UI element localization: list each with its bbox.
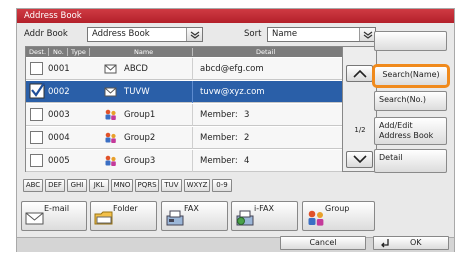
chevron-down-icon [352,155,367,164]
row-detail: abcd@efg.com [200,64,264,74]
cancel-button[interactable]: Cancel [280,236,366,250]
add-edit-address-book-button[interactable]: Add/Edit Address Book [374,117,447,145]
col-no: No. [53,48,64,56]
list-row-selected[interactable]: 0002 TUVW tuvw@xyz.com [26,81,342,103]
email-button-label: E-mail [44,204,70,213]
email-envelope-icon [104,64,117,74]
row-number: 0004 [48,133,70,143]
alpha-key-abc[interactable]: ABC [23,179,43,192]
row-checkbox[interactable] [30,131,43,144]
scroll-down-button[interactable] [346,151,373,168]
add-edit-line2: Address Book [379,131,434,140]
row-detail-label: Member: [200,156,238,166]
alpha-key-def[interactable]: DEF [45,179,65,192]
addr-book-select-value: Address Book [92,29,150,39]
alpha-key-tuv[interactable]: TUV [161,179,182,192]
col-type: Type [71,48,86,56]
address-book-panel: Address Book Addr Book Address Book Sort… [16,8,455,252]
row-detail: tuvw@xyz.com [200,87,265,97]
i-fax-button[interactable]: i-FAX [231,201,298,231]
list-row[interactable]: 0004 Group2 Member: 2 [26,127,342,149]
enter-key-icon [381,239,389,248]
row-name: Group3 [124,156,156,166]
chevron-up-icon [352,69,367,78]
page-indicator: 1/2 [354,126,366,134]
list-row[interactable]: 0005 Group3 Member: 4 [26,150,342,172]
row-detail-label: Member: [200,110,238,120]
detail-button[interactable]: Detail [374,149,447,173]
alpha-key-jkl[interactable]: JKL [89,179,109,192]
row-name: Group1 [124,110,156,120]
i-fax-icon [236,210,254,226]
chevron-down-icon [359,28,375,41]
group-button[interactable]: Group [302,201,375,231]
ok-button-label: OK [410,238,422,247]
alpha-key-wxyz[interactable]: WXYZ [184,179,210,192]
row-number: 0005 [48,156,70,166]
alpha-key-ghi[interactable]: GHI [67,179,87,192]
alpha-key-0-9[interactable]: 0-9 [212,179,232,192]
row-checkbox[interactable] [30,62,43,75]
fax-button[interactable]: FAX [161,201,228,231]
row-detail-value: 2 [244,133,250,143]
row-number: 0001 [48,64,70,74]
addr-book-label: Addr Book [24,29,68,39]
addr-book-select[interactable]: Address Book [87,27,203,42]
checkmark-icon[interactable] [29,83,45,99]
list-scrollbar: 1/2 [343,46,377,172]
search-name-button[interactable]: Search(Name) [372,64,450,88]
screen: Address Book Addr Book Address Book Sort… [0,0,462,259]
window-title: Address Book [17,9,454,23]
row-number: 0003 [48,110,70,120]
fax-button-label: FAX [184,204,199,213]
group-icon [105,132,116,143]
scroll-up-button[interactable] [346,65,373,82]
row-name: TUVW [124,87,150,97]
group-icon [105,155,116,166]
list-header: Dest. No. Type Name Detail [26,47,342,57]
row-detail-label: Member: [200,133,238,143]
row-checkbox[interactable] [30,108,43,121]
ok-button[interactable]: OK [373,236,449,250]
list-row[interactable]: 0003 Group1 Member: 3 [26,104,342,126]
row-name: Group2 [124,133,156,143]
folder-icon [94,211,113,225]
chevron-down-icon [186,28,202,41]
alpha-key-mno[interactable]: MNO [111,179,133,192]
row-detail-value: 3 [244,110,250,120]
email-button[interactable]: E-mail [21,201,87,231]
col-detail: Detail [256,48,276,56]
alpha-key-pqrs[interactable]: PQRS [135,179,159,192]
group-icon [105,109,116,120]
row-checkbox[interactable] [30,154,43,167]
col-dest: Dest. [29,48,47,56]
row-name: ABCD [124,64,148,74]
folder-button-label: Folder [113,204,138,213]
sort-select[interactable]: Name [267,27,376,42]
search-no-button[interactable]: Search(No.) [374,91,447,111]
sort-label: Sort [244,29,262,39]
blank-side-button[interactable] [374,31,447,51]
fax-icon [166,210,184,226]
group-button-label: Group [325,204,350,213]
email-envelope-icon [104,87,117,97]
row-number: 0002 [48,87,70,97]
folder-button[interactable]: Folder [90,201,157,231]
i-fax-button-label: i-FAX [254,204,274,213]
list-row[interactable]: 0001 ABCD abcd@efg.com [26,58,342,80]
row-detail-value: 4 [244,156,250,166]
add-edit-line1: Add/Edit [379,121,413,130]
sort-select-value: Name [272,29,298,39]
address-list: Dest. No. Type Name Detail 0001 ABCD abc… [25,46,343,172]
group-icon [308,210,324,226]
email-icon [25,212,44,225]
col-name: Name [134,48,154,56]
